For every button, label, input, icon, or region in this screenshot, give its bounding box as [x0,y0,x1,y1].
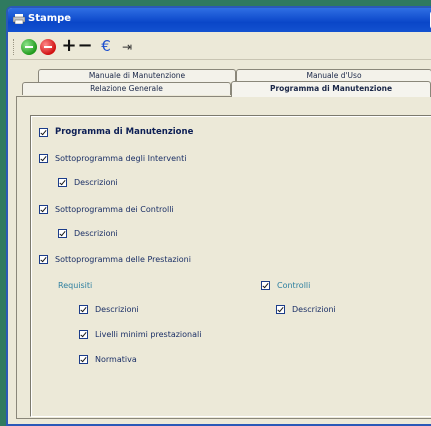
checkbox-box[interactable] [58,178,67,187]
interventi-descrizioni-checkbox[interactable]: Descrizioni [58,178,118,187]
checkbox-label: Sottoprogramma degli Interventi [55,154,187,163]
remove-circle-icon[interactable] [40,39,56,55]
checkbox-box[interactable] [58,229,67,238]
checkbox-label: Normativa [95,355,137,364]
checkbox-label: Sottoprogramma delle Prestazioni [55,255,191,264]
checkbox-label: Descrizioni [292,305,336,314]
checkbox-label: Programma di Manutenzione [55,127,194,137]
options-group: Programma di Manutenzione Sottoprogramma… [30,115,431,417]
tab-control: Manuale di Manutenzione Manuale d'Uso Re… [16,69,431,424]
checkbox-box[interactable] [79,355,88,364]
checkbox-box[interactable] [261,281,270,290]
plus-icon[interactable]: + [61,37,77,55]
normativa-checkbox[interactable]: Normativa [79,355,137,364]
euro-icon[interactable]: € [98,39,114,55]
printer-icon [13,14,25,24]
checkbox-box[interactable] [79,305,88,314]
add-circle-icon[interactable] [21,39,37,55]
checkbox-label: Controlli [277,281,311,290]
controlli-prestazioni-descrizioni-checkbox[interactable]: Descrizioni [276,305,336,314]
checkbox-box[interactable] [276,305,285,314]
print-dialog-window: Stampe ✕ + − € ⇥ Manuale di Manutenzione… [6,6,431,426]
tab-programma-manutenzione[interactable]: Programma di Manutenzione [231,81,431,97]
tab-manuale-manutenzione[interactable]: Manuale di Manutenzione [38,69,236,82]
requisiti-label: Requisiti [58,281,93,290]
tab-relazione-generale[interactable]: Relazione Generale [22,82,231,95]
checkbox-label: Descrizioni [74,178,118,187]
interventi-checkbox[interactable]: Sottoprogramma degli Interventi [39,154,186,163]
controlli-prestazioni-checkbox[interactable]: Controlli [261,281,310,290]
livelli-minimi-checkbox[interactable]: Livelli minimi prestazionali [79,330,201,339]
toolbar: + − € ⇥ [10,35,431,60]
checkbox-box[interactable] [79,330,88,339]
checkbox-box[interactable] [39,255,48,264]
minus-icon[interactable]: − [77,37,93,55]
checkbox-box[interactable] [39,127,48,137]
programma-checkbox[interactable]: Programma di Manutenzione [39,127,193,137]
checkbox-label: Descrizioni [74,229,118,238]
checkbox-box[interactable] [39,205,48,214]
checkbox-label: Descrizioni [95,305,139,314]
checkbox-box[interactable] [39,154,48,163]
controlli-descrizioni-checkbox[interactable]: Descrizioni [58,229,118,238]
window-title: Stampe [28,13,72,24]
controlli-checkbox[interactable]: Sottoprogramma dei Controlli [39,205,174,214]
toolbar-grip[interactable] [13,39,17,55]
exit-icon[interactable]: ⇥ [119,39,135,55]
checkbox-label: Sottoprogramma dei Controlli [55,205,174,214]
requisiti-descrizioni-checkbox[interactable]: Descrizioni [79,305,139,314]
tab-panel: Programma di Manutenzione Sottoprogramma… [16,96,431,419]
prestazioni-checkbox[interactable]: Sottoprogramma delle Prestazioni [39,255,191,264]
title-bar[interactable]: Stampe ✕ [8,8,431,32]
checkbox-label: Livelli minimi prestazionali [95,330,202,339]
